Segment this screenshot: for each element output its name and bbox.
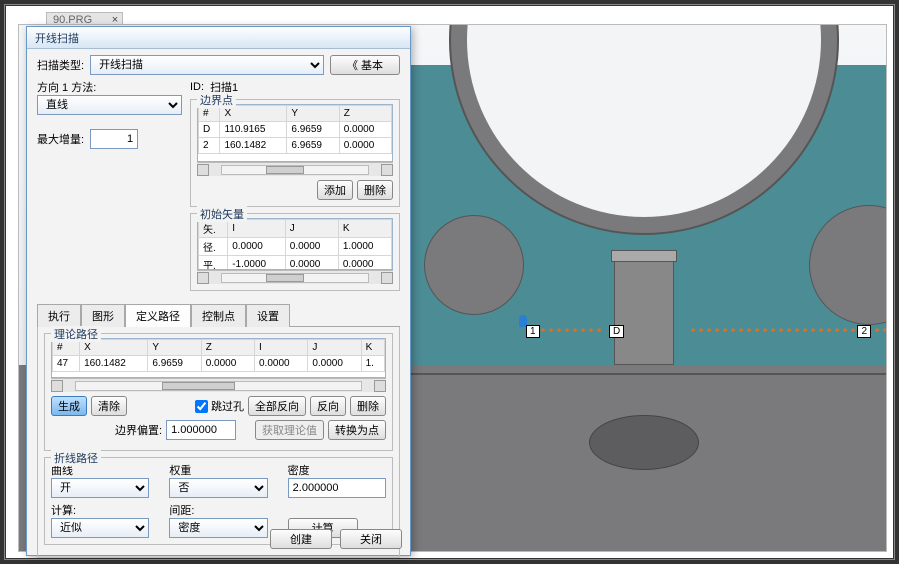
hscrollbar[interactable]: III <box>197 162 393 176</box>
delete-path-button[interactable]: 删除 <box>350 396 386 416</box>
calc-select[interactable]: 近似 <box>51 518 149 538</box>
reverse-button[interactable]: 反向 <box>310 396 346 416</box>
dialog-title[interactable]: 开线扫描 <box>27 27 410 49</box>
basic-button[interactable]: 《 基本 <box>330 55 400 75</box>
clear-button[interactable]: 清除 <box>91 396 127 416</box>
to-point-button[interactable]: 转换为点 <box>328 420 386 440</box>
skip-hole-checkbox[interactable]: 跳过孔 <box>195 398 244 414</box>
max-inc-label: 最大增量: <box>37 131 84 147</box>
table-row: D110.91656.96590.0000 <box>199 122 392 138</box>
offset-label: 边界偏置: <box>115 422 162 438</box>
point-marker-2[interactable]: 2 <box>857 325 871 338</box>
scan-dialog: 开线扫描 扫描类型: 开线扫描 《 基本 方向 1 方法: 直线 最大增量: I… <box>26 26 411 556</box>
scan-type-select[interactable]: 开线扫描 <box>90 55 324 75</box>
table-row: 径.0.00000.00001.0000 <box>199 238 392 256</box>
reverse-all-button[interactable]: 全部反向 <box>248 396 306 416</box>
get-theo-button: 获取理论值 <box>255 420 324 440</box>
add-button[interactable]: 添加 <box>317 180 353 200</box>
theo-path-group: 理论路径 #XYZIJK 47160.14826.96590.00000.000… <box>44 333 393 451</box>
generate-button[interactable]: 生成 <box>51 396 87 416</box>
tab-define-path[interactable]: 定义路径 <box>125 304 191 327</box>
dir-method-label: 方向 1 方法: <box>37 79 182 95</box>
tab-settings[interactable]: 设置 <box>246 304 290 327</box>
weight-select[interactable]: 否 <box>169 478 267 498</box>
initvec-table[interactable]: 矢.IJK 径.0.00000.00001.0000 平.-1.00000.00… <box>198 219 392 270</box>
tabs: 执行 图形 定义路径 控制点 设置 <box>37 303 400 327</box>
table-row: 平.-1.00000.00000.0000 <box>199 256 392 271</box>
create-button[interactable]: 创建 <box>270 529 332 549</box>
close-button[interactable]: 关闭 <box>340 529 402 549</box>
initvec-group: 初始矢量 矢.IJK 径.0.00000.00001.0000 平.-1.000… <box>190 213 400 291</box>
boundary-table[interactable]: #XYZ D110.91656.96590.0000 2160.14826.96… <box>198 105 392 154</box>
tab-execute[interactable]: 执行 <box>37 304 81 327</box>
offset-input[interactable] <box>166 420 236 440</box>
table-row: 2160.14826.96590.0000 <box>199 138 392 154</box>
dist-select[interactable]: 密度 <box>169 518 267 538</box>
dir-method-select[interactable]: 直线 <box>37 95 182 115</box>
tab-control-pts[interactable]: 控制点 <box>191 304 246 327</box>
tab-graphic[interactable]: 图形 <box>81 304 125 327</box>
theo-path-table[interactable]: #XYZIJK 47160.14826.96590.00000.00000.00… <box>52 339 385 372</box>
table-row: 47160.14826.96590.00000.00000.00001. <box>53 356 385 372</box>
hscrollbar[interactable]: III <box>197 270 393 284</box>
point-marker-1[interactable]: 1 <box>526 325 540 338</box>
point-marker-d[interactable]: D <box>609 325 624 338</box>
curve-select[interactable]: 开 <box>51 478 149 498</box>
density-input[interactable] <box>288 478 386 498</box>
max-inc-input[interactable] <box>90 129 138 149</box>
boundary-group: 边界点 #XYZ D110.91656.96590.0000 2160.1482… <box>190 99 400 207</box>
scan-path <box>539 327 604 333</box>
hscrollbar[interactable]: III <box>51 378 386 392</box>
scan-type-label: 扫描类型: <box>37 57 84 73</box>
delete-button[interactable]: 删除 <box>357 180 393 200</box>
